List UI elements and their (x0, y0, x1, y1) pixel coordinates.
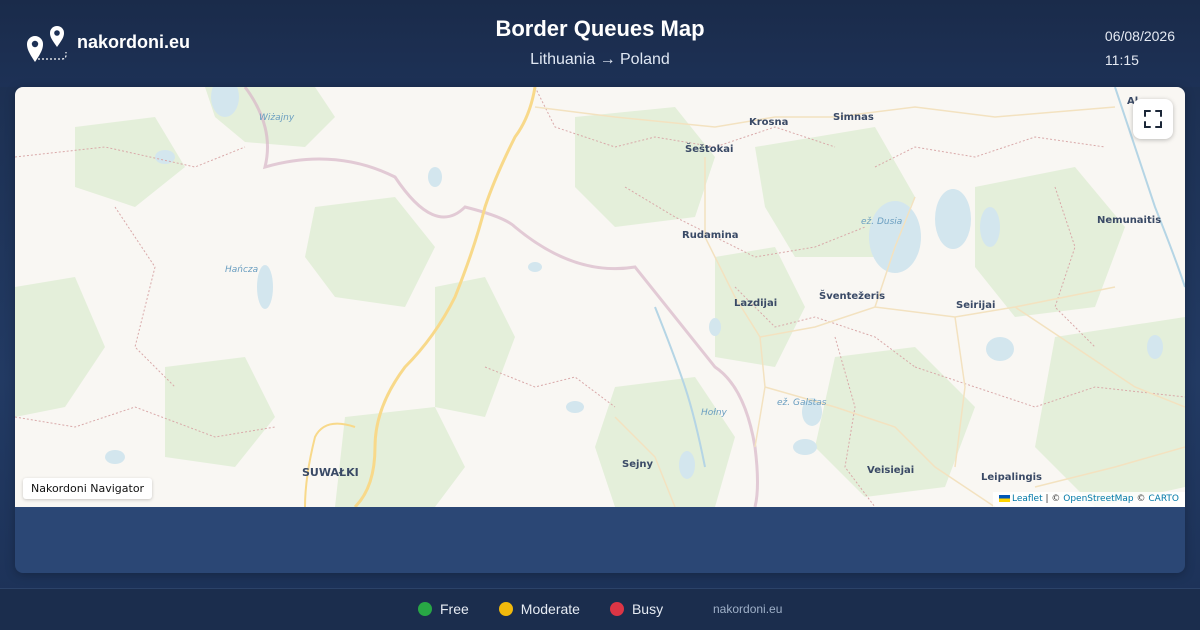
leaflet-link[interactable]: Leaflet (1012, 494, 1043, 504)
osm-link[interactable]: OpenStreetMap (1063, 494, 1133, 504)
water-label: Hańcza (225, 265, 259, 275)
legend-label: Free (440, 601, 469, 617)
navigator-label: Nakordoni Navigator (23, 478, 153, 499)
place-label: Seirijai (956, 300, 996, 311)
map-attribution: Leaflet | © OpenStreetMap © CARTO (992, 492, 1185, 507)
place-label: SUWAŁKI (302, 466, 359, 479)
place-label: Šventežeris (819, 291, 886, 302)
water-label: Hołny (701, 408, 727, 418)
place-label: Nemunaitis (1097, 215, 1162, 226)
place-label: Leipalingis (981, 472, 1043, 483)
map-view[interactable]: Krosna Simnas Šeštokai Rudamina Lazdijai… (15, 87, 1185, 507)
water-label: Wiżajny (259, 113, 295, 123)
busy-dot-icon (609, 602, 624, 616)
status-legend: Free Moderate Busy (418, 601, 693, 617)
carto-link[interactable]: CARTO (1148, 494, 1179, 504)
legend-label: Busy (631, 601, 664, 617)
attribution-separator: | © (1042, 494, 1064, 504)
moderate-dot-icon (498, 602, 513, 616)
place-label: Šeštokai (685, 144, 734, 155)
fullscreen-icon (1144, 110, 1162, 128)
place-label: Sejny (622, 459, 654, 470)
legend-label: Moderate (520, 601, 580, 617)
footer: Free Moderate Busy nakordoni.eu (0, 588, 1200, 630)
place-label: Veisiejai (867, 465, 915, 476)
map-pins-icon (27, 26, 67, 62)
place-label: Rudamina (682, 230, 739, 241)
legend-item-moderate: Moderate (498, 601, 580, 617)
place-label: Lazdijai (734, 298, 778, 309)
free-dot-icon (418, 602, 432, 616)
legend-item-busy: Busy (609, 601, 664, 617)
logo[interactable]: nakordoni.eu (24, 22, 190, 64)
place-label: Krosna (749, 117, 789, 128)
water-label: ež. Dusia (861, 217, 903, 227)
map-tiles (15, 87, 1185, 507)
time-text: 11:15 (1104, 52, 1139, 68)
attribution-separator: © (1133, 494, 1149, 504)
forest-areas (15, 87, 1185, 507)
ukraine-flag-icon (998, 495, 1010, 502)
legend-item-free: Free (418, 601, 469, 617)
fullscreen-button[interactable] (1133, 99, 1173, 139)
footer-site[interactable]: nakordoni.eu (713, 602, 782, 616)
site-name: nakordoni.eu (77, 31, 191, 52)
map-card: Krosna Simnas Šeštokai Rudamina Lazdijai… (15, 87, 1185, 573)
place-label: Simnas (833, 112, 874, 123)
water-label: ež. Galstas (777, 398, 827, 408)
header: nakordoni.eu Border Queues Map Lithuania… (0, 0, 1200, 87)
datetime: 06/08/2026 11:15 (1105, 24, 1175, 72)
date-text: 06/08/2026 (1104, 28, 1175, 44)
